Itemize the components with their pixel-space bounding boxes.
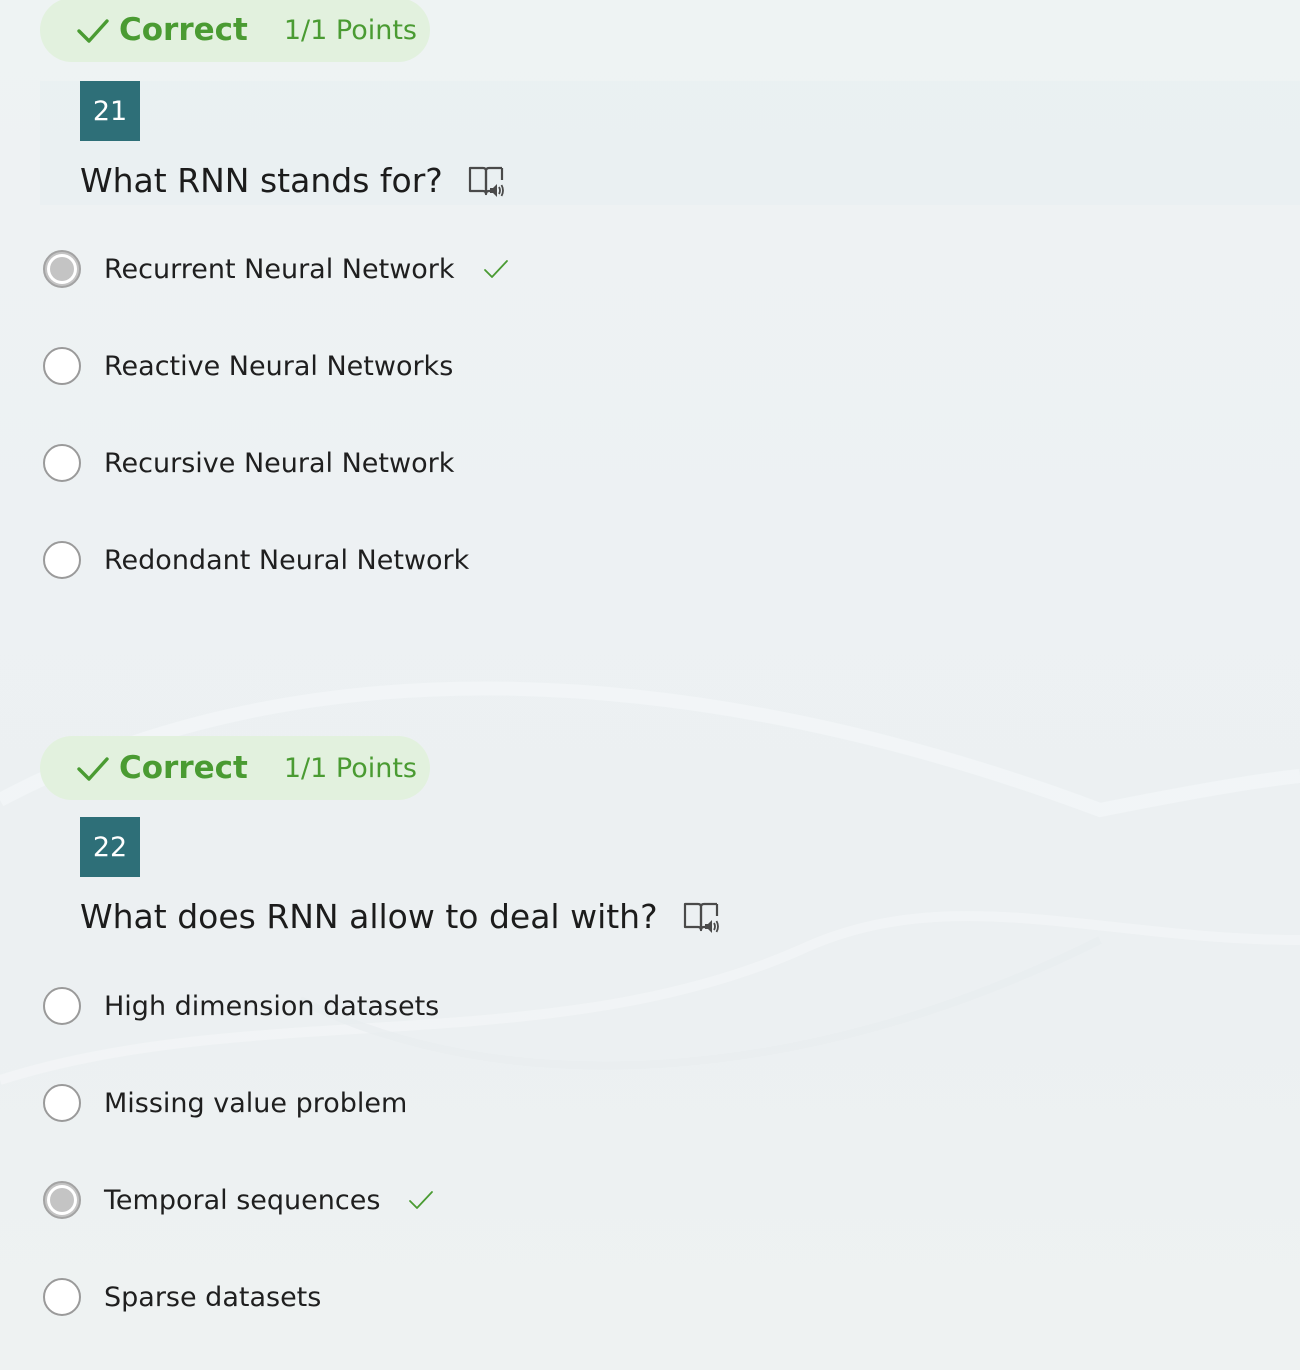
answer-option-4[interactable]: Redondant Neural Network xyxy=(43,538,469,582)
status-badge: Correct 1/1 Points xyxy=(40,0,430,62)
answer-option-3[interactable]: Recursive Neural Network xyxy=(43,441,454,485)
correct-check-icon xyxy=(409,1191,434,1209)
answer-option-2[interactable]: Missing value problem xyxy=(43,1081,407,1125)
question-header: What RNN stands for? xyxy=(80,160,505,200)
option-label: Reactive Neural Networks xyxy=(104,350,454,382)
radio-button[interactable] xyxy=(43,1278,81,1316)
question-number: 21 xyxy=(80,81,140,141)
answer-option-1[interactable]: High dimension datasets xyxy=(43,984,439,1028)
checkmark-icon xyxy=(77,19,109,43)
radio-button[interactable] xyxy=(43,987,81,1025)
answer-option-4[interactable]: Sparse datasets xyxy=(43,1275,321,1319)
answer-option-3[interactable]: Temporal sequences xyxy=(43,1178,434,1222)
option-label: Redondant Neural Network xyxy=(104,544,470,576)
answer-option-1[interactable]: Recurrent Neural Network xyxy=(43,247,509,291)
background-waves xyxy=(0,681,1300,1085)
radio-button[interactable] xyxy=(43,347,81,385)
points-label: 1/1 Points xyxy=(283,752,417,784)
question-text: What RNN stands for? xyxy=(80,160,443,200)
answer-option-2[interactable]: Reactive Neural Networks xyxy=(43,344,453,388)
status-badge: Correct 1/1 Points xyxy=(40,736,430,800)
option-label: Missing value problem xyxy=(104,1087,408,1119)
question-number: 22 xyxy=(80,817,140,877)
radio-button[interactable] xyxy=(43,1084,81,1122)
radio-button-selected[interactable] xyxy=(43,1181,81,1219)
question-text: What does RNN allow to deal with? xyxy=(80,896,658,936)
immersive-reader-icon[interactable] xyxy=(682,900,720,936)
option-label: Sparse datasets xyxy=(104,1281,322,1313)
points-label: 1/1 Points xyxy=(283,14,417,46)
checkmark-icon xyxy=(77,757,109,781)
correct-check-icon xyxy=(483,260,508,278)
question-header: What does RNN allow to deal with? xyxy=(80,896,720,936)
radio-button-selected[interactable] xyxy=(43,250,81,288)
radio-button[interactable] xyxy=(43,444,81,482)
option-label: Temporal sequences xyxy=(104,1184,381,1216)
status-label: Correct xyxy=(119,12,248,48)
option-label: High dimension datasets xyxy=(104,990,440,1022)
status-label: Correct xyxy=(119,750,248,786)
option-label: Recurrent Neural Network xyxy=(104,253,455,285)
immersive-reader-icon[interactable] xyxy=(467,164,505,200)
radio-button[interactable] xyxy=(43,541,81,579)
option-label: Recursive Neural Network xyxy=(104,447,455,479)
